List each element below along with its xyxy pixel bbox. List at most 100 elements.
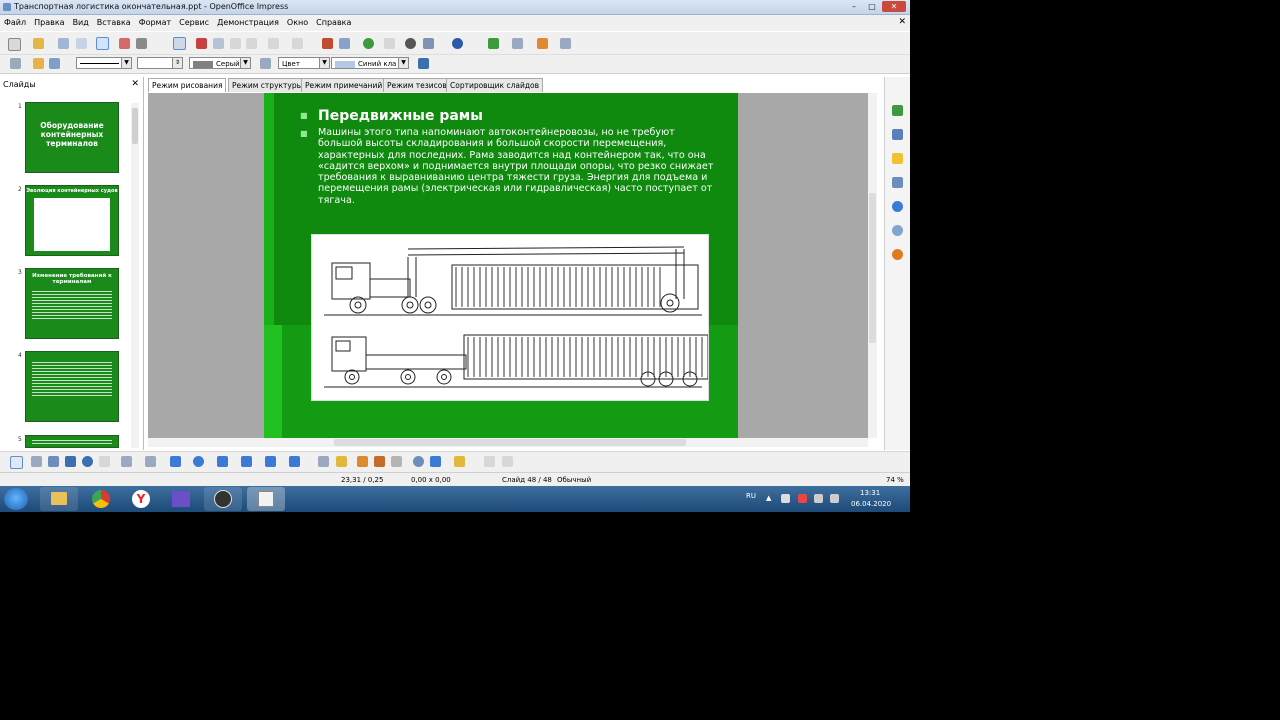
show-hidden-icons-icon[interactable]: ▲: [766, 494, 771, 502]
gallery-tool-icon[interactable]: [391, 456, 402, 467]
callouts-icon[interactable]: [265, 456, 276, 467]
paste-icon[interactable]: [230, 38, 241, 49]
glue-points-icon[interactable]: [336, 456, 347, 467]
edit-file-icon[interactable]: [96, 37, 109, 50]
close-document-icon[interactable]: ✕: [898, 17, 906, 27]
scrollbar-thumb[interactable]: [132, 108, 138, 144]
text-tool-icon[interactable]: [99, 456, 110, 467]
symbol-shapes-icon[interactable]: [193, 456, 204, 467]
straddle-carrier-illustration[interactable]: [311, 234, 709, 401]
slide-edit-area[interactable]: ■ Передвижные рамы ■ Машины этого типа н…: [148, 93, 868, 438]
slide-thumbnail-2[interactable]: Эволюция контейнерных судов: [25, 185, 119, 256]
slide-thumbnail-5[interactable]: [25, 435, 119, 448]
slide-thumbnail-3[interactable]: Изменение требований к терминалам: [25, 268, 119, 339]
menu-format[interactable]: Формат: [135, 15, 175, 27]
format-paintbrush-icon[interactable]: [246, 38, 257, 49]
navigator-icon[interactable]: [405, 38, 416, 49]
spellcheck-icon[interactable]: [173, 37, 186, 50]
language-indicator[interactable]: RU: [746, 492, 756, 500]
menu-slideshow[interactable]: Демонстрация: [213, 15, 283, 27]
area-style-select[interactable]: Цвет ▼: [278, 57, 330, 69]
line-color-select[interactable]: Серый ▼: [189, 57, 251, 69]
styles-formatting-icon[interactable]: [892, 201, 903, 212]
email-icon[interactable]: [76, 38, 87, 49]
undo-icon[interactable]: [268, 38, 279, 49]
line-style-select[interactable]: ▼: [76, 57, 132, 69]
area-icon[interactable]: [260, 58, 271, 69]
minimize-button[interactable]: –: [846, 1, 862, 12]
scrollbar-thumb[interactable]: [869, 193, 876, 343]
area-color-select[interactable]: Синий кла ▼: [331, 57, 409, 69]
slide-canvas[interactable]: ■ Передвижные рамы ■ Машины этого типа н…: [264, 93, 738, 438]
arrow-tool-icon[interactable]: [48, 456, 59, 467]
menu-file[interactable]: Файл: [0, 15, 30, 27]
ellipse-tool-icon[interactable]: [82, 456, 93, 467]
arrow-style-icon[interactable]: [33, 58, 44, 69]
help-icon[interactable]: [452, 38, 463, 49]
flowchart-icon[interactable]: [241, 456, 252, 467]
hyperlink-icon[interactable]: [363, 38, 374, 49]
tab-notes[interactable]: Режим примечаний: [301, 78, 387, 92]
menu-window[interactable]: Окно: [283, 15, 312, 27]
extrusion-icon[interactable]: [484, 456, 495, 467]
network-icon[interactable]: [781, 494, 790, 503]
fontwork-icon[interactable]: [357, 456, 368, 467]
shadow-icon[interactable]: [418, 58, 429, 69]
redo-icon[interactable]: [292, 38, 303, 49]
menu-edit[interactable]: Правка: [30, 15, 68, 27]
menu-tools[interactable]: Сервис: [175, 15, 213, 27]
slide-icon[interactable]: [488, 38, 499, 49]
close-window-button[interactable]: ✕: [882, 1, 906, 12]
menu-view[interactable]: Вид: [69, 15, 93, 27]
yandex-taskbar-button[interactable]: Y: [122, 487, 160, 511]
menu-insert[interactable]: Вставка: [93, 15, 135, 27]
chart-icon[interactable]: [322, 38, 333, 49]
slide-title[interactable]: Передвижные рамы: [318, 108, 483, 124]
copy-icon[interactable]: [213, 38, 224, 49]
arrange-icon[interactable]: [454, 456, 465, 467]
zoom-level[interactable]: 74 %: [886, 476, 904, 484]
slide-body-text[interactable]: Машины этого типа напоминают автоконтейн…: [318, 127, 718, 206]
scrollbar-thumb[interactable]: [334, 439, 686, 446]
basic-shapes-icon[interactable]: [170, 456, 181, 467]
from-file-icon[interactable]: [374, 456, 385, 467]
slide-design-icon[interactable]: [512, 38, 523, 49]
explorer-taskbar-button[interactable]: [40, 487, 78, 511]
cut-icon[interactable]: [196, 38, 207, 49]
open-folder-icon[interactable]: [33, 38, 44, 49]
custom-animation-icon[interactable]: [892, 153, 903, 164]
navigator-sidebar-icon[interactable]: [892, 249, 903, 260]
table-icon[interactable]: [339, 38, 350, 49]
obs-taskbar-button[interactable]: [204, 487, 242, 511]
display-icon[interactable]: [560, 38, 571, 49]
connector-tool-icon[interactable]: [145, 456, 156, 467]
edit-area-horizontal-scrollbar[interactable]: [148, 438, 868, 447]
print-icon[interactable]: [136, 38, 147, 49]
align-icon[interactable]: [430, 456, 441, 467]
slides-pane-scrollbar[interactable]: [131, 103, 139, 448]
save-icon[interactable]: [58, 38, 69, 49]
openoffice-taskbar-button[interactable]: [247, 487, 285, 511]
new-document-icon[interactable]: [8, 38, 21, 51]
gallery-icon[interactable]: [892, 225, 903, 236]
tab-handout[interactable]: Режим тезисов: [383, 78, 451, 92]
stars-icon[interactable]: [289, 456, 300, 467]
slide-show-icon[interactable]: [537, 38, 548, 49]
line-tool-icon[interactable]: [31, 456, 42, 467]
tab-slide-sorter[interactable]: Сортировщик слайдов: [446, 78, 544, 92]
toolbar-options-icon[interactable]: [502, 456, 513, 467]
clock-date[interactable]: 06.04.2020: [851, 500, 891, 508]
master-pages-icon[interactable]: [892, 105, 903, 116]
layouts-icon[interactable]: [892, 129, 903, 140]
chrome-taskbar-button[interactable]: [82, 487, 120, 511]
select-arrow-icon[interactable]: [10, 456, 23, 469]
curve-tool-icon[interactable]: [121, 456, 132, 467]
maximize-button[interactable]: □: [864, 1, 880, 12]
rectangle-tool-icon[interactable]: [65, 456, 76, 467]
line-icon[interactable]: [49, 58, 60, 69]
video-app-taskbar-button[interactable]: [162, 487, 200, 511]
show-draw-functions-icon[interactable]: [384, 38, 395, 49]
close-pane-icon[interactable]: ✕: [131, 79, 139, 89]
export-pdf-icon[interactable]: [119, 38, 130, 49]
line-width-field[interactable]: ⇕: [137, 57, 183, 69]
